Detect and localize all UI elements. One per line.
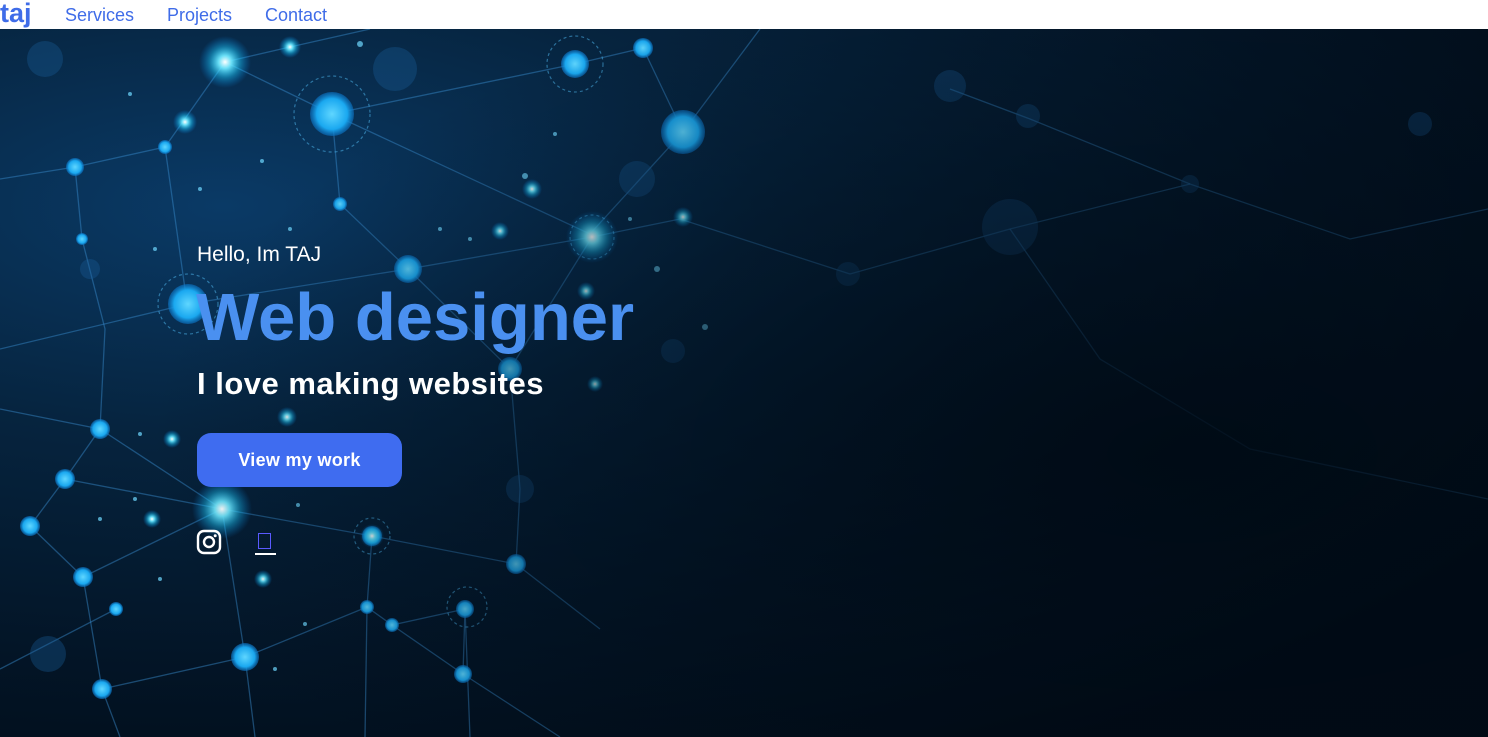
- instagram-icon: [196, 529, 222, 555]
- hero-subtitle: I love making websites: [197, 366, 544, 401]
- social-link-2[interactable]: [255, 531, 276, 555]
- nav-link-services[interactable]: Services: [65, 5, 134, 26]
- hero-title: Web designer: [196, 280, 635, 355]
- hero-greeting: Hello, Im TAJ: [197, 243, 322, 266]
- link-underline: [255, 553, 276, 555]
- nav-link-contact[interactable]: Contact: [265, 5, 327, 26]
- view-my-work-button[interactable]: View my work: [197, 433, 402, 487]
- navbar: taj Services Projects Contact: [0, 0, 1488, 29]
- missing-glyph-icon: [258, 533, 271, 549]
- hero-section: Hello, Im TAJ Web designer I love making…: [0, 29, 1488, 737]
- nav-link-projects[interactable]: Projects: [167, 5, 232, 26]
- instagram-link[interactable]: [196, 529, 222, 555]
- logo-link[interactable]: taj: [0, 0, 32, 29]
